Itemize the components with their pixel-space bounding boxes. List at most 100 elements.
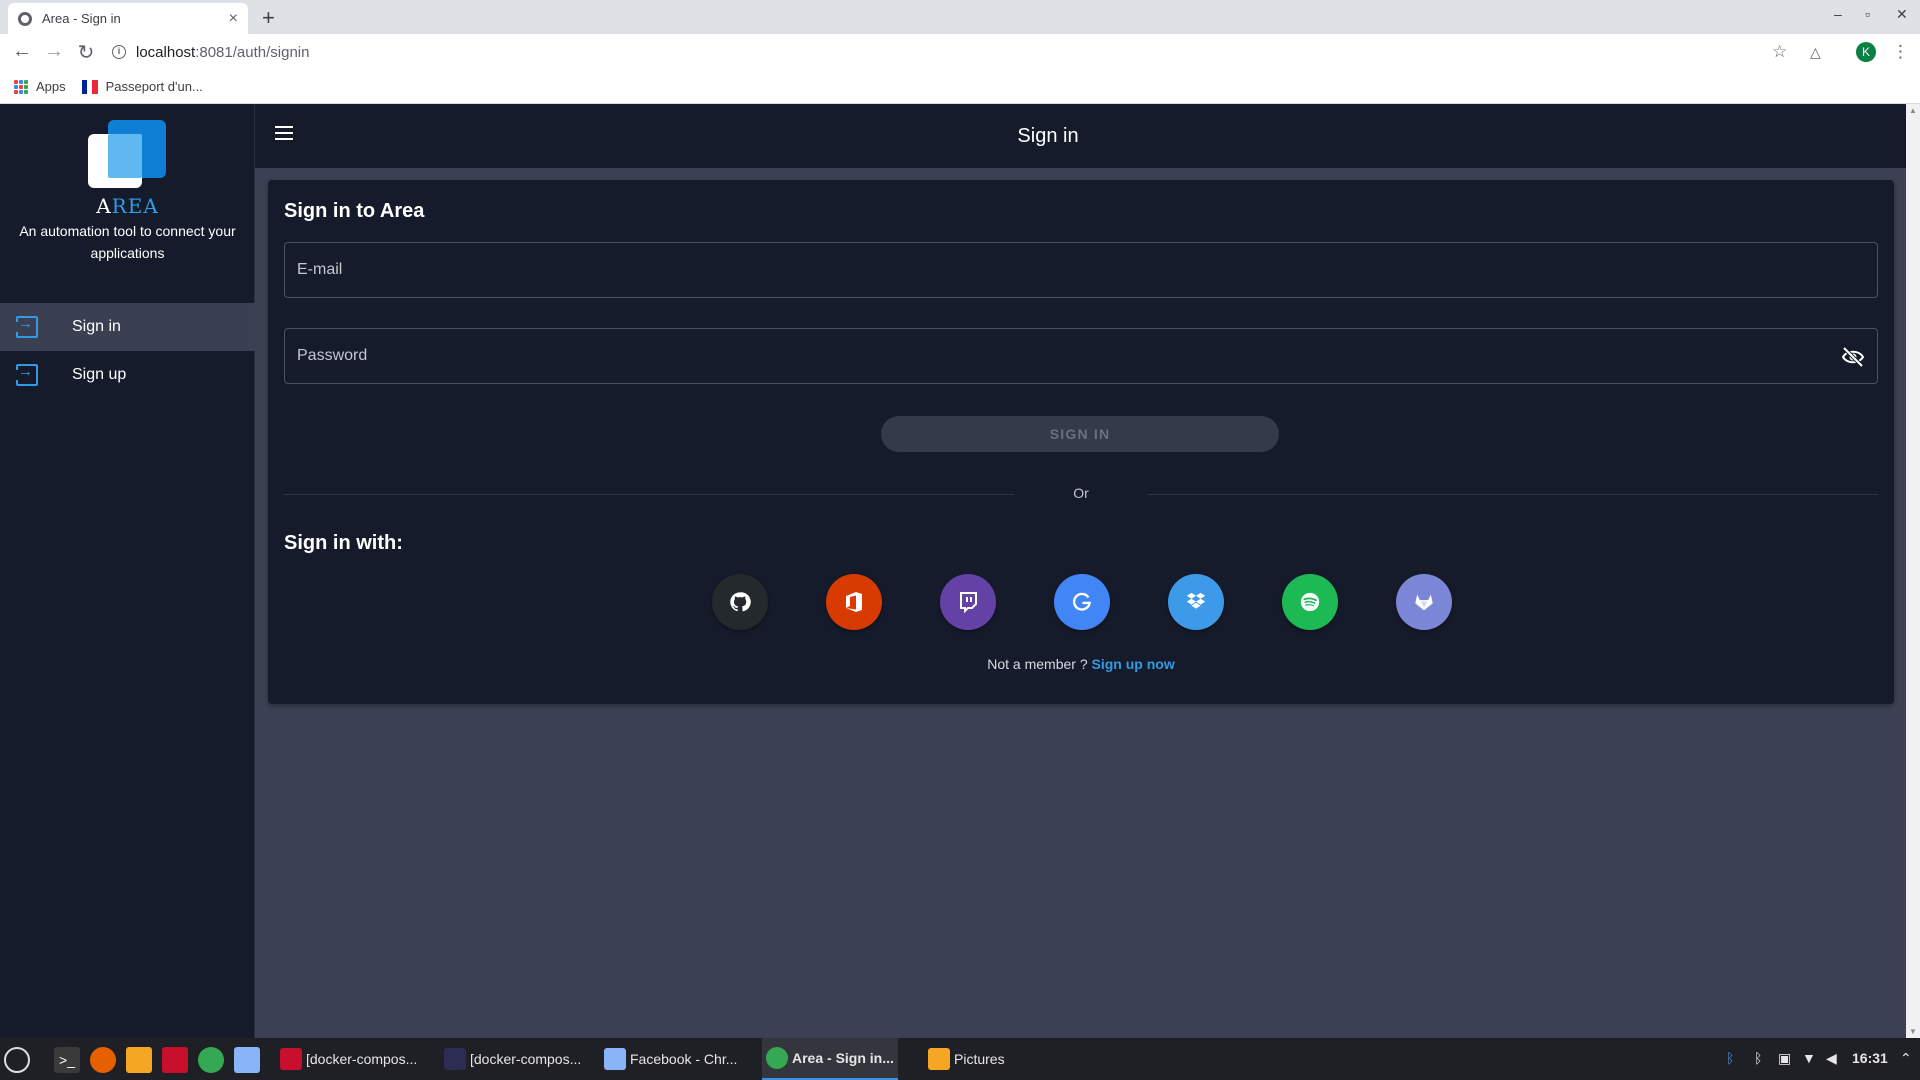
oauth-title: Sign in with: xyxy=(284,532,403,554)
profile-avatar[interactable]: K xyxy=(1856,42,1876,62)
app-launcher-icon[interactable] xyxy=(162,1047,188,1073)
tab-title: Area - Sign in xyxy=(42,11,121,26)
site-info-icon[interactable]: i xyxy=(112,45,126,59)
sidebar: AREA An automation tool to connect your … xyxy=(0,104,255,1038)
page-scrollbar[interactable]: ▲ ▼ xyxy=(1906,104,1920,1038)
scroll-up-icon[interactable]: ▲ xyxy=(1909,106,1917,115)
task-area-sign-in[interactable]: Area - Sign in... xyxy=(762,1038,898,1080)
chrome-icon[interactable] xyxy=(198,1047,224,1073)
bookmark-apps[interactable]: Apps xyxy=(14,79,66,94)
spotify-button[interactable] xyxy=(1282,574,1338,630)
google-button[interactable] xyxy=(1054,574,1110,630)
clock: 16:31 xyxy=(1852,1050,1888,1066)
folder-icon xyxy=(928,1048,950,1070)
github-button[interactable] xyxy=(712,574,768,630)
close-window-button[interactable]: ✕ xyxy=(1896,6,1908,23)
twitch-button[interactable] xyxy=(940,574,996,630)
bluetooth-icon[interactable]: ᛒ xyxy=(1754,1050,1762,1066)
signin-card: Sign in to Area SIGN IN Or Sign in with: xyxy=(268,180,1894,704)
chromium-icon xyxy=(604,1048,626,1070)
task-docker-2[interactable]: [docker-compos... xyxy=(444,1038,581,1080)
volume-icon[interactable]: ◀ xyxy=(1826,1050,1837,1067)
task-app-icon xyxy=(280,1048,302,1070)
bookmark-label: Apps xyxy=(36,79,66,94)
tray-expand-icon[interactable]: ⌃ xyxy=(1900,1050,1912,1067)
brand-name: AREA xyxy=(0,194,255,218)
firefox-icon[interactable] xyxy=(90,1047,116,1073)
sign-up-link[interactable]: Sign up now xyxy=(1092,656,1175,672)
chrome-icon xyxy=(766,1047,788,1069)
browser-menu-icon[interactable]: ⋮ xyxy=(1892,42,1909,62)
drive-extension-icon[interactable]: △ xyxy=(1810,44,1821,61)
clipboard-icon[interactable]: ▣ xyxy=(1778,1050,1791,1067)
browser-tab-strip: Area - Sign in × + – ▫ ✕ xyxy=(0,0,1920,34)
sidebar-item-label: Sign in xyxy=(72,318,121,335)
login-icon xyxy=(16,315,38,338)
browser-tab-active[interactable]: Area - Sign in × xyxy=(8,3,248,34)
sidebar-item-sign-up[interactable]: Sign up xyxy=(0,351,255,399)
or-separator: Or xyxy=(1073,485,1089,501)
files-icon[interactable] xyxy=(126,1047,152,1073)
url-path: :8081/auth/signin xyxy=(195,43,310,61)
apps-grid-icon xyxy=(14,79,28,94)
terminal-icon[interactable]: >_ xyxy=(54,1047,80,1073)
favicon-icon xyxy=(18,11,32,26)
vscode-icon xyxy=(444,1048,466,1070)
email-input[interactable] xyxy=(285,243,1877,297)
task-label: [docker-compos... xyxy=(306,1051,418,1067)
scroll-down-icon[interactable]: ▼ xyxy=(1909,1027,1917,1036)
browser-toolbar: ← → ↻ i localhost:8081/auth/signin ☆ △ ⋮ xyxy=(0,34,1920,70)
gitlab-button[interactable] xyxy=(1396,574,1452,630)
bookmarks-bar: Apps Passeport d'un... xyxy=(0,70,1920,104)
minimize-button[interactable]: – xyxy=(1834,6,1842,22)
task-docker-1[interactable]: [docker-compos... xyxy=(280,1038,417,1080)
os-taskbar: >_ [docker-compos... [docker-compos... F… xyxy=(0,1038,1920,1080)
eye-off-icon[interactable] xyxy=(1841,346,1865,368)
brand-tagline: An automation tool to connect your appli… xyxy=(19,223,236,261)
app-bar: Sign in xyxy=(255,104,1906,168)
forward-button[interactable]: → xyxy=(42,40,66,63)
sidebar-item-sign-in[interactable]: Sign in xyxy=(0,303,255,351)
url-host: localhost xyxy=(136,43,196,61)
french-flag-icon xyxy=(81,79,98,94)
gitlab-icon xyxy=(1415,594,1433,611)
google-icon xyxy=(1072,592,1092,611)
sidebar-item-label: Sign up xyxy=(72,366,127,383)
spotify-icon xyxy=(1300,592,1320,612)
tab-close-icon[interactable]: × xyxy=(229,10,238,28)
task-pictures[interactable]: Pictures xyxy=(928,1038,1005,1080)
bookmark-star-icon[interactable]: ☆ xyxy=(1772,42,1787,62)
app-viewport: AREA An automation tool to connect your … xyxy=(0,104,1906,1038)
bluetooth-app-icon[interactable]: ᛒ xyxy=(1726,1050,1734,1066)
chromium-icon[interactable] xyxy=(234,1047,260,1073)
back-button[interactable]: ← xyxy=(10,40,34,63)
sign-in-button[interactable]: SIGN IN xyxy=(881,416,1279,452)
maximize-button[interactable]: ▫ xyxy=(1865,6,1870,22)
area-logo xyxy=(88,120,168,192)
task-label: [docker-compos... xyxy=(470,1051,582,1067)
new-tab-button[interactable]: + xyxy=(262,5,275,31)
office-button[interactable] xyxy=(826,574,882,630)
bookmark-passeport[interactable]: Passeport d'un... xyxy=(81,79,203,94)
task-label: Facebook - Chr... xyxy=(630,1051,738,1067)
reload-button[interactable]: ↻ xyxy=(74,40,98,65)
office-icon xyxy=(846,592,862,612)
brand-rest: REA xyxy=(111,194,159,218)
dropbox-icon xyxy=(1186,592,1206,609)
email-field[interactable] xyxy=(284,242,1878,298)
bookmark-label: Passeport d'un... xyxy=(105,79,203,94)
brand-first-letter: A xyxy=(96,194,112,218)
signup-prompt-text: Not a member ? xyxy=(987,656,1088,672)
task-facebook[interactable]: Facebook - Chr... xyxy=(604,1038,737,1080)
card-title: Sign in to Area xyxy=(284,200,425,222)
password-field[interactable] xyxy=(284,328,1878,384)
address-bar[interactable]: i localhost:8081/auth/signin xyxy=(112,39,309,65)
password-input[interactable] xyxy=(285,329,1877,383)
wifi-icon[interactable]: ▼ xyxy=(1802,1050,1816,1066)
login-icon xyxy=(16,363,38,386)
task-label: Area - Sign in... xyxy=(792,1050,894,1066)
signup-prompt: Not a member ? Sign up now xyxy=(284,656,1878,672)
dropbox-button[interactable] xyxy=(1168,574,1224,630)
task-label: Pictures xyxy=(954,1051,1005,1067)
start-menu-icon[interactable] xyxy=(4,1047,30,1073)
